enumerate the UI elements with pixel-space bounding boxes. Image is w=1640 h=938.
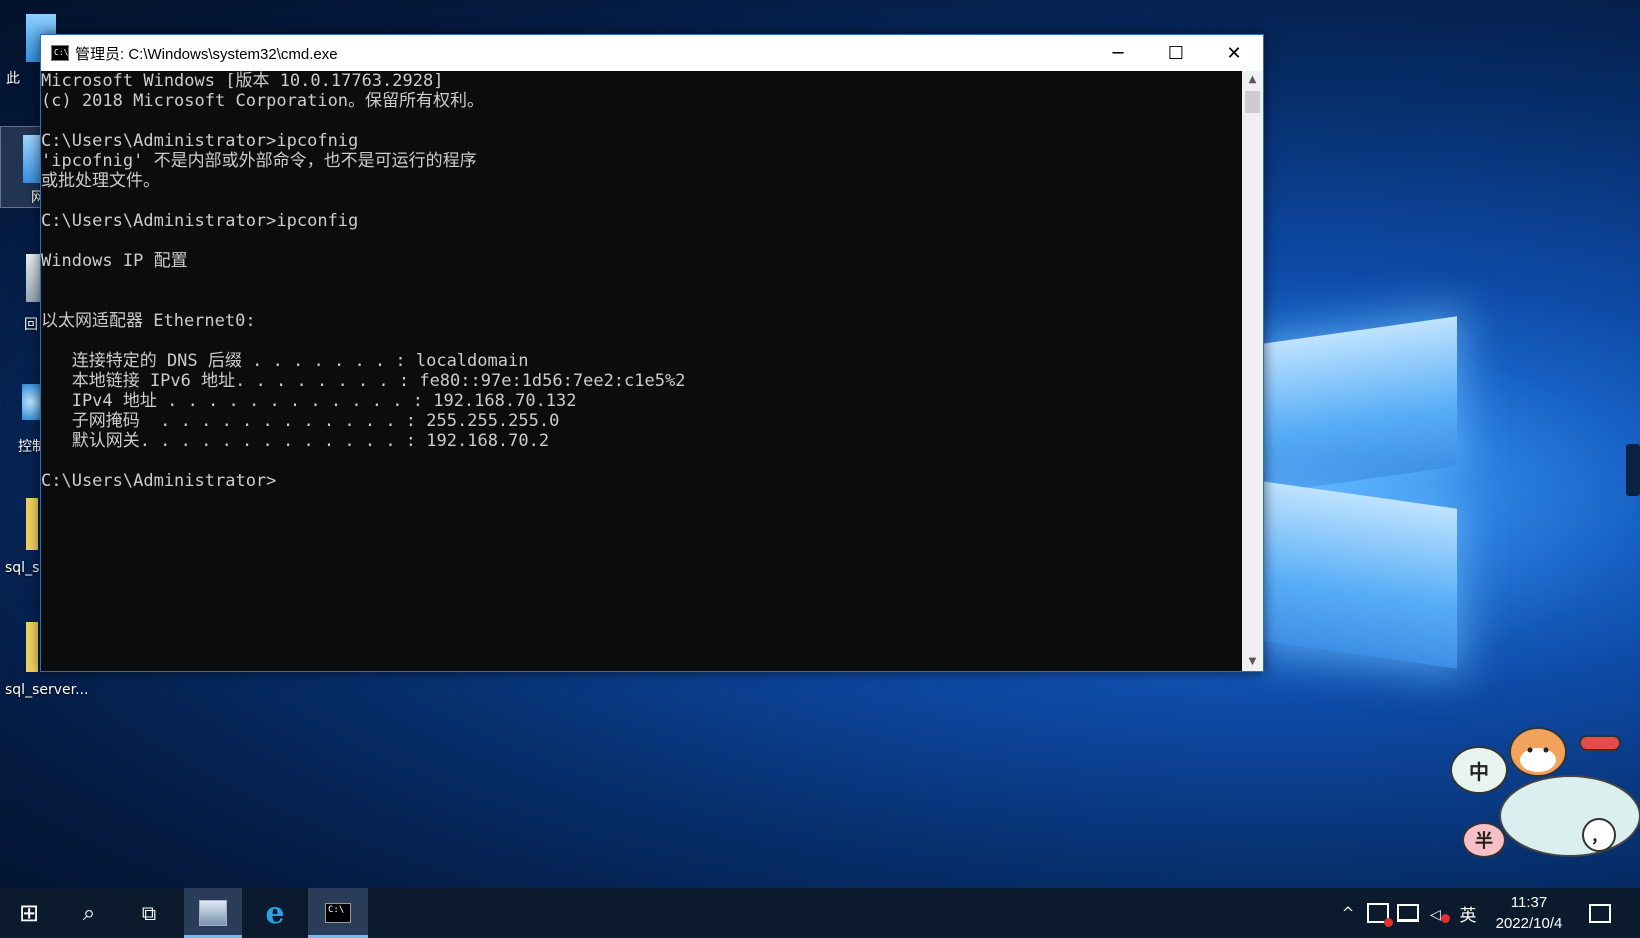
volume-muted-icon: ◁ [1430, 905, 1450, 923]
notification-icon [1589, 903, 1611, 923]
taskbar-cmd[interactable]: C:\ [308, 888, 368, 938]
internet-explorer-icon: e [265, 895, 285, 931]
tray-ime[interactable]: 英 [1454, 888, 1482, 938]
desktop-icon-network[interactable]: 网 [0, 126, 45, 208]
taskbar-server-manager[interactable] [184, 888, 242, 938]
taskbar-clock[interactable]: 11:37 2022/10/4 [1484, 892, 1574, 934]
console-line: 连接特定的 DNS 后缀 . . . . . . . : localdomain [41, 351, 529, 371]
title-bar[interactable]: C:\ 管理员: C:\Windows\system32\cmd.exe ─ ☐… [41, 35, 1263, 71]
scroll-down-icon[interactable]: ▼ [1242, 653, 1263, 671]
ime-english-label: 英 [1459, 905, 1477, 926]
window-title: 管理员: C:\Windows\system32\cmd.exe [75, 46, 338, 63]
console-line: C:\Users\Administrator>ipconfig [41, 211, 359, 231]
minimize-button[interactable]: ─ [1089, 35, 1147, 71]
ime-punct-badge[interactable]: ， [1582, 818, 1616, 852]
vertical-scrollbar[interactable]: ▲ ▼ [1242, 71, 1263, 671]
scroll-thumb[interactable] [1245, 91, 1260, 113]
tray-defender[interactable] [1364, 888, 1393, 938]
task-view-button[interactable]: ⧉ [120, 888, 178, 938]
console-line: 以太网适配器 Ethernet0: [41, 311, 256, 331]
console-line: Microsoft Windows [版本 10.0.17763.2928] [41, 71, 444, 91]
folder-icon [26, 498, 38, 550]
console-line: IPv4 地址 . . . . . . . . . . . . : 192.16… [41, 391, 577, 411]
tray-network[interactable] [1394, 888, 1422, 938]
close-button[interactable]: ✕ [1205, 35, 1263, 71]
cmd-app-icon: C:\ [51, 45, 69, 61]
start-button[interactable]: ⊞ [0, 888, 58, 938]
network-icon [1397, 904, 1419, 922]
scroll-up-icon[interactable]: ▲ [1242, 71, 1263, 89]
console-output[interactable]: Microsoft Windows [版本 10.0.17763.2928] (c… [41, 71, 1241, 671]
console-line: 默认网关. . . . . . . . . . . . . : 192.168.… [41, 431, 550, 451]
ime-chinese-bubble[interactable]: 中 [1450, 746, 1508, 794]
cmd-taskbar-icon: C:\ [325, 903, 351, 923]
taskbar-internet-explorer[interactable]: e [246, 888, 304, 938]
control-panel-icon [22, 384, 40, 420]
search-button[interactable]: ⌕ [60, 888, 118, 938]
search-icon: ⌕ [82, 900, 96, 926]
folder-icon [26, 622, 38, 672]
maximize-button[interactable]: ☐ [1147, 35, 1205, 71]
tray-volume[interactable]: ◁ [1424, 888, 1452, 938]
network-icon [23, 135, 41, 183]
console-line: Windows IP 配置 [41, 251, 188, 271]
edge-widget[interactable] [1626, 444, 1640, 496]
windows-start-icon: ⊞ [18, 899, 40, 927]
windows-logo-wallpaper [1262, 290, 1462, 680]
tray-overflow-button[interactable]: ^ [1334, 888, 1362, 938]
console-line: 或批处理文件。 [41, 171, 160, 191]
clock-time: 11:37 [1510, 894, 1548, 911]
console-line: 本地链接 IPv6 地址. . . . . . . . : fe80::97e:… [41, 371, 686, 391]
console-line: C:\Users\Administrator> [41, 471, 277, 491]
cmd-window[interactable]: C:\ 管理员: C:\Windows\system32\cmd.exe ─ ☐… [40, 34, 1264, 672]
taskbar: ⊞ ⌕ ⧉ e C:\ ^ ◁ 英 11:37 2022/10/4 [0, 888, 1640, 938]
console-line: (c) 2018 Microsoft Corporation。保留所有权利。 [41, 91, 485, 111]
ime-halfwidth-badge[interactable]: 半 [1462, 822, 1506, 858]
server-manager-icon [199, 900, 227, 926]
console-line: C:\Users\Administrator>ipcofnig [41, 131, 359, 151]
ime-mascot[interactable]: 中 半 ， [1450, 726, 1640, 866]
action-center-button[interactable] [1584, 888, 1616, 938]
clock-date: 2022/10/4 [1495, 915, 1563, 932]
console-line: 子网掩码 . . . . . . . . . . . . : 255.255.2… [41, 411, 560, 431]
console-line: 'ipcofnig' 不是内部或外部命令，也不是可运行的程序 [41, 151, 477, 171]
security-alert-icon [1367, 903, 1393, 927]
recycle-bin-icon [26, 254, 40, 302]
task-view-icon: ⧉ [141, 901, 157, 925]
chevron-up-icon: ^ [1341, 904, 1355, 922]
